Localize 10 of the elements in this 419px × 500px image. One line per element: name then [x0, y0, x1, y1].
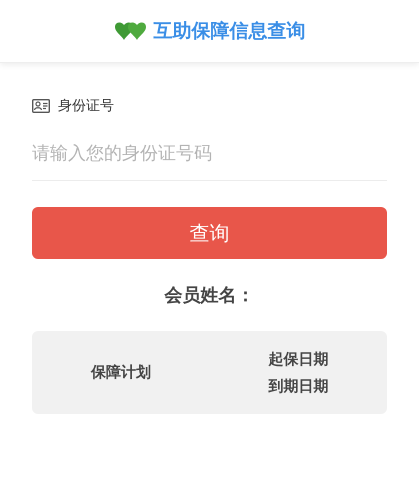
id-number-label: 身份证号 — [58, 97, 114, 115]
id-number-field[interactable]: 请输入您的身份证号码 — [32, 129, 387, 181]
id-card-icon — [32, 99, 50, 113]
query-button[interactable]: 查询 — [32, 207, 387, 259]
hearts-logo-icon — [114, 21, 148, 41]
date-heading: 起保日期 — [268, 350, 328, 368]
page-title: 互助保障信息查询 — [154, 20, 306, 44]
date-heading: 到期日期 — [268, 376, 328, 396]
plan-heading: 保障计划 — [90, 363, 151, 382]
member-name-label: 会员姓名： — [163, 284, 256, 307]
